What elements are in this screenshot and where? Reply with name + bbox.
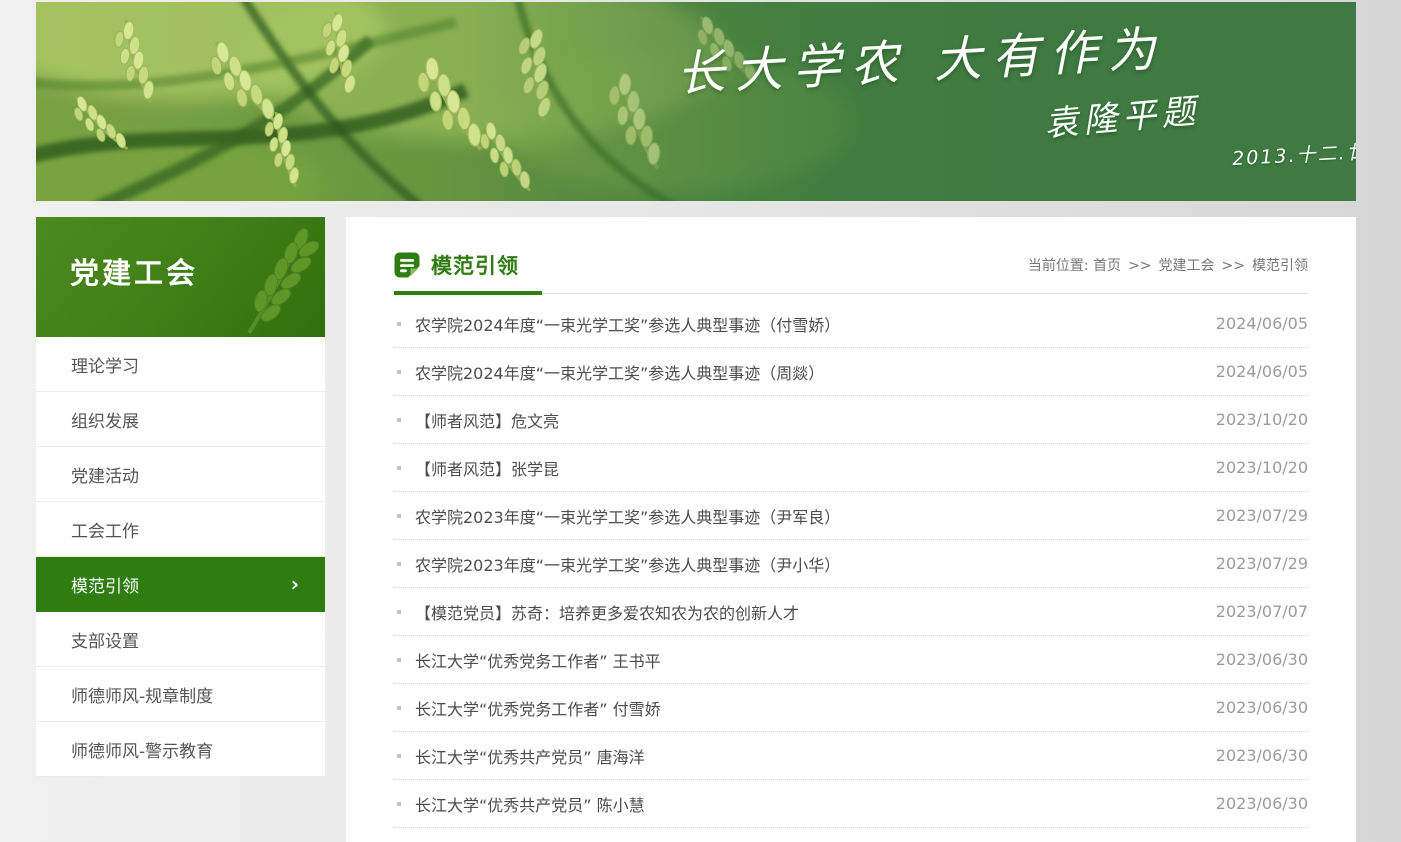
- article-title-link[interactable]: 【模范党员】苏奇：培养更多爱农知农为农的创新人才: [415, 600, 1192, 624]
- sidebar-item[interactable]: 理论学习: [36, 337, 325, 392]
- article-row: 长江大学“优秀共产党员” 唐海洋 2023/06/30: [394, 732, 1308, 780]
- article-date: 2023/07/29: [1216, 506, 1308, 525]
- article-date: 2023/06/30: [1216, 746, 1308, 765]
- breadcrumb-separator: >>: [1128, 258, 1151, 274]
- bullet-square-icon: [397, 610, 401, 614]
- sidebar-item-label: 师德师风-规章制度: [71, 682, 213, 707]
- sidebar-item-label: 理论学习: [71, 352, 139, 377]
- sidebar-item[interactable]: 支部设置: [36, 612, 325, 667]
- article-date: 2023/10/20: [1216, 410, 1308, 429]
- article-date: 2024/06/05: [1216, 362, 1308, 381]
- sidebar-item[interactable]: 组织发展: [36, 392, 325, 447]
- sidebar-header: 党建工会: [36, 217, 325, 337]
- chevron-right-icon: ›: [291, 574, 299, 594]
- bullet-square-icon: [397, 706, 401, 710]
- bullet-square-icon: [397, 658, 401, 662]
- article-title-link[interactable]: 农学院2024年度“一束光学工奖”参选人典型事迹（周燚）: [415, 360, 1192, 384]
- sidebar-item-label: 工会工作: [71, 517, 139, 542]
- sidebar-item-active[interactable]: 模范引领 ›: [36, 557, 325, 612]
- sidebar: 党建工会 理论学习组织发展党建活动工会工作模范引领 › 支部设置师德师风-规章制度师…: [36, 217, 325, 777]
- article-list: 农学院2024年度“一束光学工奖”参选人典型事迹（付雪娇）2024/06/05农…: [394, 300, 1308, 828]
- article-row: 【师者风范】危文亮 2023/10/20: [394, 396, 1308, 444]
- article-title-link[interactable]: 农学院2023年度“一束光学工奖”参选人典型事迹（尹军良）: [415, 504, 1192, 528]
- sidebar-item[interactable]: 师德师风-规章制度: [36, 667, 325, 722]
- breadcrumb-separator: >>: [1222, 258, 1245, 274]
- section-title-wrap: 模范引领: [394, 250, 519, 280]
- article-title-link[interactable]: 长江大学“优秀党务工作者” 王书平: [415, 648, 1192, 672]
- breadcrumb-link[interactable]: 党建工会: [1159, 258, 1215, 274]
- sidebar-item[interactable]: 师德师风-警示教育: [36, 722, 325, 777]
- article-date: 2023/07/07: [1216, 602, 1308, 621]
- article-date: 2023/06/30: [1216, 650, 1308, 669]
- breadcrumb-label: 当前位置:: [1028, 258, 1093, 274]
- sidebar-item[interactable]: 党建活动: [36, 447, 325, 502]
- breadcrumb-link[interactable]: 首页: [1093, 258, 1121, 274]
- article-date: 2023/10/20: [1216, 458, 1308, 477]
- article-title-link[interactable]: 农学院2024年度“一束光学工奖”参选人典型事迹（付雪娇）: [415, 312, 1192, 336]
- article-date: 2024/06/05: [1216, 314, 1308, 333]
- article-title-link[interactable]: 农学院2023年度“一束光学工奖”参选人典型事迹（尹小华）: [415, 552, 1192, 576]
- bullet-square-icon: [397, 418, 401, 422]
- content-header: 模范引领 当前位置: 首页 >> 党建工会 >> 模范引领: [394, 217, 1308, 280]
- document-icon: [394, 252, 420, 278]
- sidebar-title: 党建工会: [70, 250, 198, 292]
- sidebar-item-label: 组织发展: [71, 407, 139, 432]
- sidebar-item-label: 模范引领: [71, 572, 139, 597]
- bullet-square-icon: [397, 754, 401, 758]
- article-title-link[interactable]: 【师者风范】张学昆: [415, 456, 1192, 480]
- section-title: 模范引领: [431, 250, 519, 280]
- article-row: 【模范党员】苏奇：培养更多爱农知农为农的创新人才 2023/07/07: [394, 588, 1308, 636]
- article-row: 长江大学“优秀党务工作者” 付雪娇 2023/06/30: [394, 684, 1308, 732]
- sidebar-menu: 理论学习组织发展党建活动工会工作模范引领 › 支部设置师德师风-规章制度师德师风-警…: [36, 337, 325, 777]
- article-title-link[interactable]: 长江大学“优秀共产党员” 陈小慧: [415, 792, 1192, 816]
- article-date: 2023/06/30: [1216, 794, 1308, 813]
- sidebar-item[interactable]: 工会工作: [36, 502, 325, 557]
- article-row: 长江大学“优秀党务工作者” 王书平 2023/06/30: [394, 636, 1308, 684]
- article-row: 长江大学“优秀共产党员” 陈小慧 2023/06/30: [394, 780, 1308, 828]
- hero-banner: 长大学农 大有作为 袁隆平题 2013.十二.廿四: [36, 2, 1356, 201]
- title-underline: [394, 293, 1308, 294]
- bullet-square-icon: [397, 370, 401, 374]
- bullet-square-icon: [397, 466, 401, 470]
- article-row: 农学院2023年度“一束光学工奖”参选人典型事迹（尹军良） 2023/07/29: [394, 492, 1308, 540]
- article-date: 2023/07/29: [1216, 554, 1308, 573]
- title-accent-bar: [394, 291, 542, 295]
- article-row: 农学院2023年度“一束光学工奖”参选人典型事迹（尹小华） 2023/07/29: [394, 540, 1308, 588]
- article-row: 农学院2024年度“一束光学工奖”参选人典型事迹（周燚） 2024/06/05: [394, 348, 1308, 396]
- breadcrumb-link[interactable]: 模范引领: [1252, 258, 1308, 274]
- article-date: 2023/06/30: [1216, 698, 1308, 717]
- sidebar-item-label: 师德师风-警示教育: [71, 737, 213, 762]
- wheat-ear-icon: [209, 223, 319, 335]
- article-title-link[interactable]: 长江大学“优秀共产党员” 唐海洋: [415, 744, 1192, 768]
- bullet-square-icon: [397, 802, 401, 806]
- sidebar-item-label: 支部设置: [71, 627, 139, 652]
- article-row: 农学院2024年度“一束光学工奖”参选人典型事迹（付雪娇） 2024/06/05: [394, 300, 1308, 348]
- bullet-square-icon: [397, 514, 401, 518]
- main-panel: 模范引领 当前位置: 首页 >> 党建工会 >> 模范引领 农学院2024年度“一束光学…: [346, 217, 1356, 842]
- article-row: 【师者风范】张学昆 2023/10/20: [394, 444, 1308, 492]
- bullet-square-icon: [397, 322, 401, 326]
- breadcrumb: 当前位置: 首页 >> 党建工会 >> 模范引领: [1028, 255, 1308, 275]
- sidebar-item-label: 党建活动: [71, 462, 139, 487]
- article-title-link[interactable]: 长江大学“优秀党务工作者” 付雪娇: [415, 696, 1192, 720]
- article-title-link[interactable]: 【师者风范】危文亮: [415, 408, 1192, 432]
- bullet-square-icon: [397, 562, 401, 566]
